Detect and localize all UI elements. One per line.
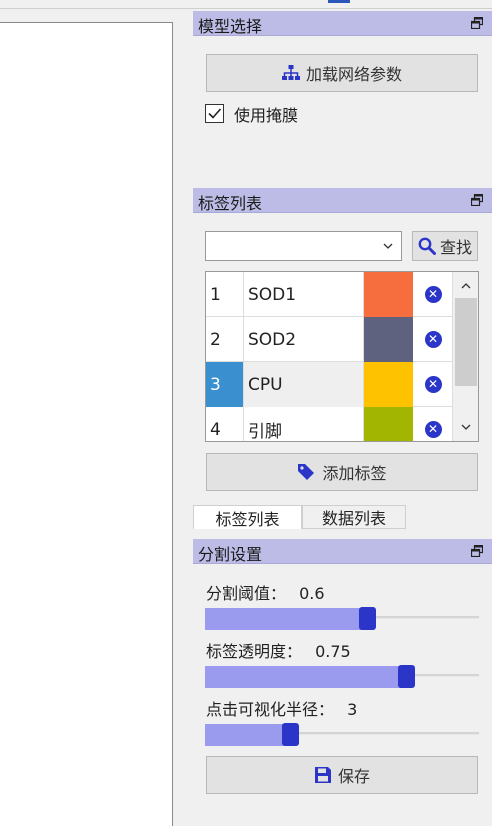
load-network-label: 加载网络参数 [305,65,402,84]
tab-label: 数据列表 [321,509,386,528]
click-radius-slider-handle[interactable] [282,723,300,746]
top-border [0,8,492,9]
model-panel-title: 模型选择 [198,17,263,36]
tab-label-list[interactable]: 标签列表 [193,505,302,529]
row-color-swatch[interactable] [364,407,413,441]
segment-panel-header: 分割设置 [193,539,492,564]
delete-row-button[interactable]: ✕ [413,317,453,362]
use-mask-checkbox[interactable] [205,104,224,123]
delete-circle-icon: ✕ [424,286,442,303]
float-window-icon[interactable] [471,17,483,29]
click-radius-value: 3 [347,700,358,719]
row-index: 1 [206,272,244,317]
row-name[interactable]: SOD2 [244,317,364,362]
label-combo[interactable] [205,231,402,261]
table-row[interactable]: 1 SOD1 ✕ [206,272,453,317]
threshold-slider-handle[interactable] [359,607,377,630]
row-name[interactable]: 引脚 [244,407,364,441]
search-icon [418,237,436,255]
opacity-value: 0.75 [315,642,351,661]
top-tab-indicator [328,0,350,3]
panel-tabs: 标签列表 数据列表 [193,505,492,529]
row-color-swatch[interactable] [364,362,413,407]
delete-row-button[interactable]: ✕ [413,272,453,317]
opacity-slider-fill [205,666,407,688]
table-row[interactable]: 3 CPU ✕ [206,362,453,407]
row-name[interactable]: CPU [244,362,364,407]
label-table[interactable]: 1 SOD1 ✕ 2 SOD2 ✕ 3 CPU ✕ 4 引脚 ✕ [205,271,479,442]
click-radius-label: 点击可视化半径： 3 [206,696,357,720]
delete-circle-icon: ✕ [424,421,442,438]
tab-label: 标签列表 [215,509,280,529]
delete-row-button[interactable]: ✕ [413,362,453,407]
network-icon [281,65,300,80]
table-row[interactable]: 2 SOD2 ✕ [206,317,453,362]
find-button[interactable]: 查找 [412,231,478,261]
find-label: 查找 [439,238,472,257]
save-button[interactable]: 保存 [206,756,478,794]
scroll-thumb[interactable] [455,298,477,386]
tab-data-list[interactable]: 数据列表 [302,505,406,529]
model-panel-header: 模型选择 [193,11,492,36]
threshold-label-text: 分割阈值： [206,584,287,603]
delete-circle-icon: ✕ [424,331,442,348]
row-color-swatch[interactable] [364,272,413,317]
row-index: 3 [206,362,244,407]
label-panel-title: 标签列表 [198,194,263,213]
float-window-icon[interactable] [471,194,483,206]
row-name[interactable]: SOD1 [244,272,364,317]
chevron-up-icon[interactable] [460,280,472,292]
add-label-button[interactable]: 添加标签 [206,453,478,491]
row-index: 4 [206,407,244,441]
save-label: 保存 [337,767,370,786]
row-color-swatch[interactable] [364,317,413,362]
segment-panel-title: 分割设置 [198,545,263,564]
table-scrollbar[interactable] [452,272,478,441]
tag-icon [298,464,315,480]
row-index: 2 [206,317,244,362]
threshold-label: 分割阈值： 0.6 [206,580,325,604]
add-label-text: 添加标签 [322,464,387,483]
click-radius-slider-fill [205,724,291,746]
threshold-value: 0.6 [299,584,325,603]
use-mask-label: 使用掩膜 [234,106,299,125]
save-icon [314,767,331,783]
click-radius-label-text: 点击可视化半径： [206,700,335,719]
load-network-button[interactable]: 加载网络参数 [206,54,478,92]
delete-row-button[interactable]: ✕ [413,407,453,441]
label-panel-header: 标签列表 [193,188,492,213]
threshold-slider-fill [205,608,368,630]
opacity-label-text: 标签透明度： [206,642,303,661]
chevron-down-icon [383,243,393,249]
image-canvas[interactable] [0,22,173,826]
check-icon [208,108,222,119]
table-row[interactable]: 4 引脚 ✕ [206,407,453,441]
delete-circle-icon: ✕ [424,376,442,393]
opacity-slider-handle[interactable] [397,665,415,688]
chevron-down-icon[interactable] [460,421,472,433]
float-window-icon[interactable] [471,545,483,557]
opacity-label: 标签透明度： 0.75 [206,638,351,662]
